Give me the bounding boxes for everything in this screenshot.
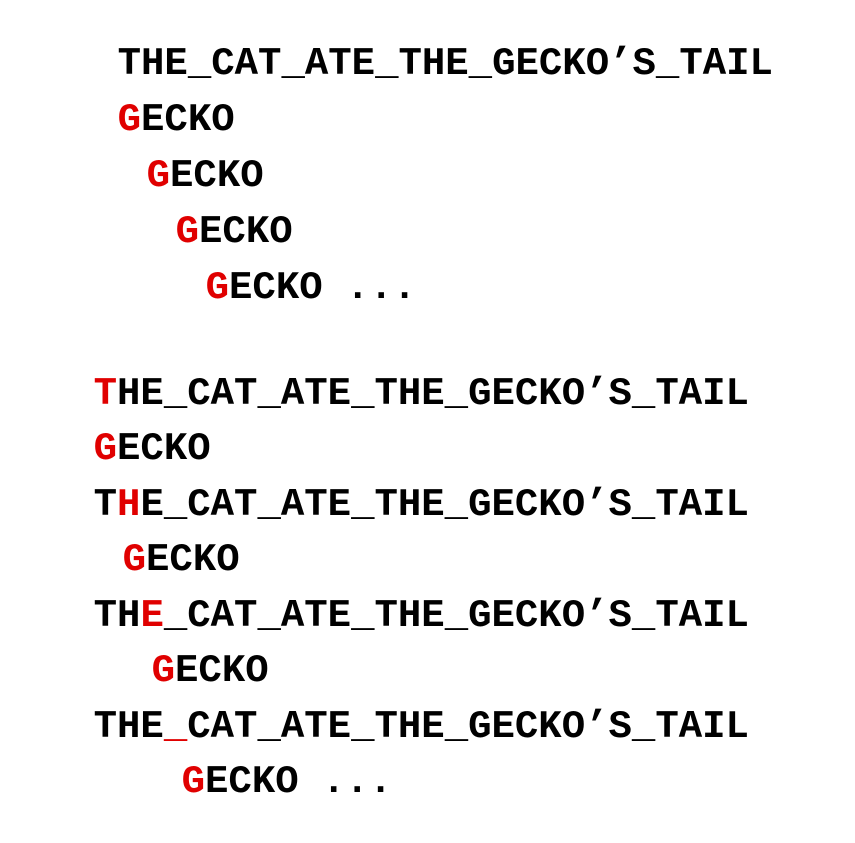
pattern-rest: ECKO ... bbox=[205, 760, 393, 804]
text-after: HE_CAT_ATE_THE_GECKO’S_TAIL bbox=[117, 372, 749, 416]
pattern-first-char: G bbox=[181, 760, 206, 804]
pattern-row: GECKO ... bbox=[88, 724, 393, 841]
comparison-example-section: THE_CAT_ATE_THE_GECKO’S_TAIL GECKO THE_C… bbox=[0, 0, 855, 802]
